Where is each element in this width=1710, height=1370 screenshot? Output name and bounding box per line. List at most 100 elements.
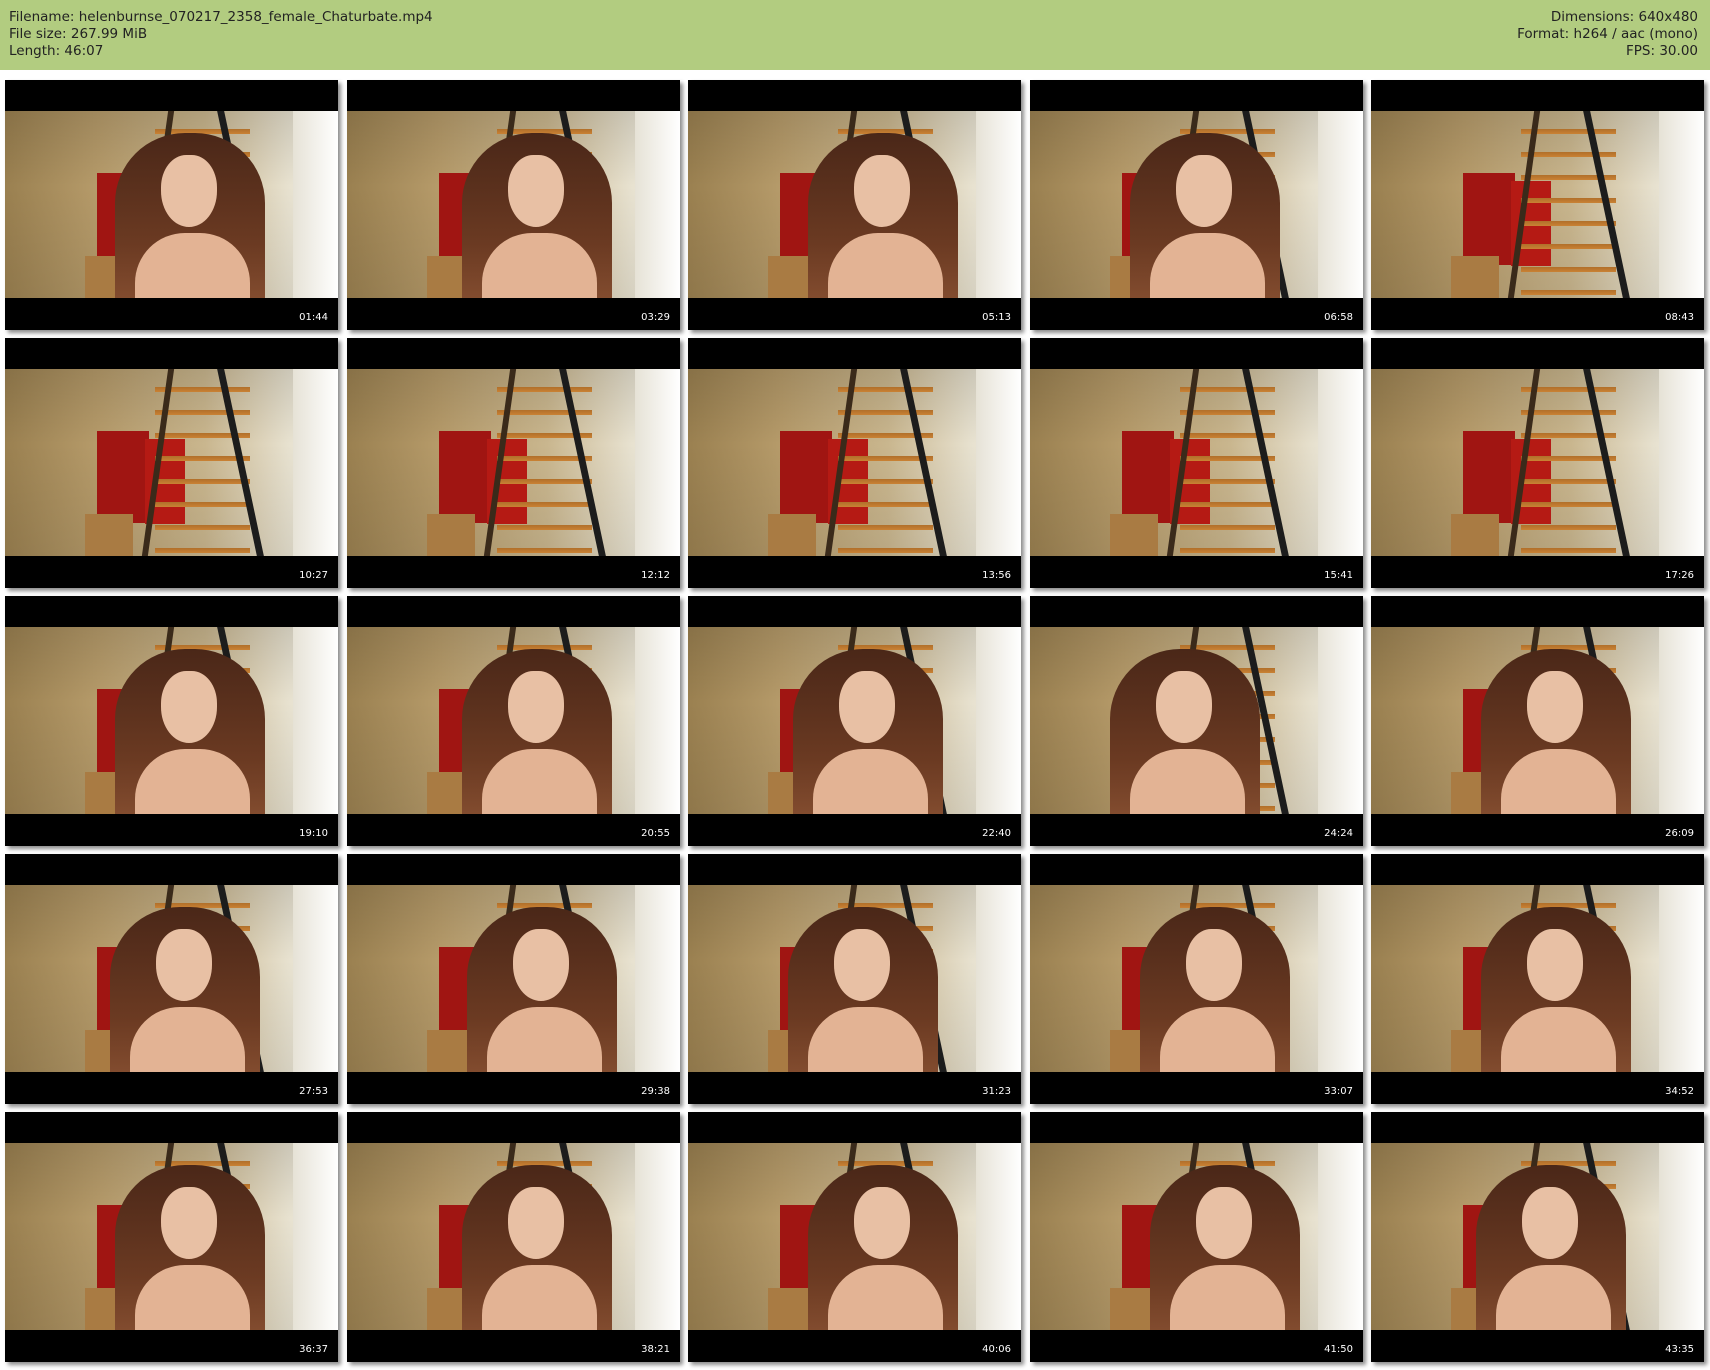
person-figure <box>110 907 260 1072</box>
video-frame <box>5 369 338 556</box>
video-frame <box>1371 885 1704 1072</box>
person-figure <box>462 649 612 814</box>
video-frame <box>1371 627 1704 814</box>
person-figure <box>1150 1165 1300 1330</box>
person-figure <box>115 649 265 814</box>
video-thumbnail[interactable]: 27:53 <box>5 854 338 1104</box>
video-thumbnail[interactable]: 41:50 <box>1030 1112 1363 1362</box>
video-frame <box>5 885 338 1072</box>
person-figure <box>467 907 617 1072</box>
video-frame <box>688 627 1021 814</box>
video-frame <box>347 1143 680 1330</box>
video-frame <box>347 885 680 1072</box>
video-frame <box>688 111 1021 298</box>
video-thumbnail[interactable]: 19:10 <box>5 596 338 846</box>
person-figure <box>1110 649 1260 814</box>
fps-label: FPS: 30.00 <box>1626 43 1698 59</box>
person-figure <box>788 907 938 1072</box>
video-thumbnail[interactable]: 12:12 <box>347 338 680 588</box>
timestamp-label: 01:44 <box>299 312 328 323</box>
video-thumbnail[interactable]: 38:21 <box>347 1112 680 1362</box>
video-thumbnail[interactable]: 26:09 <box>1371 596 1704 846</box>
video-thumbnail[interactable]: 01:44 <box>5 80 338 330</box>
timestamp-label: 08:43 <box>1665 312 1694 323</box>
video-thumbnail[interactable]: 22:40 <box>688 596 1021 846</box>
person-figure <box>115 133 265 298</box>
timestamp-label: 12:12 <box>641 570 670 581</box>
video-thumbnail[interactable]: 43:35 <box>1371 1112 1704 1362</box>
video-thumbnail[interactable]: 13:56 <box>688 338 1021 588</box>
dimensions-label: Dimensions: 640x480 <box>1550 9 1698 25</box>
video-frame <box>5 111 338 298</box>
timestamp-label: 41:50 <box>1324 1344 1353 1355</box>
video-thumbnail[interactable]: 08:43 <box>1371 80 1704 330</box>
video-frame <box>1030 369 1363 556</box>
timestamp-label: 43:35 <box>1665 1344 1694 1355</box>
timestamp-label: 38:21 <box>641 1344 670 1355</box>
video-thumbnail[interactable]: 10:27 <box>5 338 338 588</box>
video-thumbnail[interactable]: 20:55 <box>347 596 680 846</box>
video-frame <box>347 111 680 298</box>
media-info: Dimensions: 640x480 Format: h264 / aac (… <box>1517 9 1698 60</box>
timestamp-label: 05:13 <box>982 312 1011 323</box>
timestamp-label: 10:27 <box>299 570 328 581</box>
video-thumbnail[interactable]: 06:58 <box>1030 80 1363 330</box>
video-thumbnail[interactable]: 17:26 <box>1371 338 1704 588</box>
timestamp-label: 36:37 <box>299 1344 328 1355</box>
video-thumbnail[interactable]: 05:13 <box>688 80 1021 330</box>
timestamp-label: 26:09 <box>1665 828 1694 839</box>
video-frame <box>347 369 680 556</box>
video-frame <box>1030 627 1363 814</box>
timestamp-label: 24:24 <box>1324 828 1353 839</box>
person-figure <box>1476 1165 1626 1330</box>
video-frame <box>5 1143 338 1330</box>
video-thumbnail[interactable]: 40:06 <box>688 1112 1021 1362</box>
video-thumbnail[interactable]: 24:24 <box>1030 596 1363 846</box>
person-figure <box>1140 907 1290 1072</box>
person-figure <box>808 133 958 298</box>
video-thumbnail[interactable]: 03:29 <box>347 80 680 330</box>
timestamp-label: 19:10 <box>299 828 328 839</box>
video-frame <box>5 627 338 814</box>
video-frame <box>1371 1143 1704 1330</box>
person-figure <box>462 133 612 298</box>
person-figure <box>1481 649 1631 814</box>
timestamp-label: 20:55 <box>641 828 670 839</box>
timestamp-label: 06:58 <box>1324 312 1353 323</box>
video-frame <box>1030 111 1363 298</box>
timestamp-label: 29:38 <box>641 1086 670 1097</box>
person-figure <box>115 1165 265 1330</box>
person-figure <box>793 649 943 814</box>
person-figure <box>1481 907 1631 1072</box>
timestamp-label: 22:40 <box>982 828 1011 839</box>
info-header: Filename: helenburnse_070217_2358_female… <box>0 0 1710 70</box>
filesize-label: File size: 267.99 MiB <box>9 26 148 42</box>
video-frame <box>688 1143 1021 1330</box>
video-frame <box>1371 111 1704 298</box>
video-frame <box>347 627 680 814</box>
format-label: Format: h264 / aac (mono) <box>1517 26 1698 42</box>
timestamp-label: 40:06 <box>982 1344 1011 1355</box>
timestamp-label: 15:41 <box>1324 570 1353 581</box>
video-thumbnail[interactable]: 29:38 <box>347 854 680 1104</box>
video-frame <box>688 885 1021 1072</box>
video-thumbnail[interactable]: 33:07 <box>1030 854 1363 1104</box>
timestamp-label: 34:52 <box>1665 1086 1694 1097</box>
video-frame <box>1371 369 1704 556</box>
person-figure <box>462 1165 612 1330</box>
length-label: Length: 46:07 <box>9 43 104 59</box>
timestamp-label: 17:26 <box>1665 570 1694 581</box>
timestamp-label: 33:07 <box>1324 1086 1353 1097</box>
filename-label: Filename: helenburnse_070217_2358_female… <box>9 9 433 25</box>
video-frame <box>688 369 1021 556</box>
video-thumbnail[interactable]: 34:52 <box>1371 854 1704 1104</box>
video-frame <box>1030 1143 1363 1330</box>
timestamp-label: 13:56 <box>982 570 1011 581</box>
person-figure <box>1130 133 1280 298</box>
timestamp-label: 31:23 <box>982 1086 1011 1097</box>
video-thumbnail[interactable]: 36:37 <box>5 1112 338 1362</box>
video-thumbnail[interactable]: 15:41 <box>1030 338 1363 588</box>
timestamp-label: 27:53 <box>299 1086 328 1097</box>
file-info: Filename: helenburnse_070217_2358_female… <box>9 9 433 60</box>
video-thumbnail[interactable]: 31:23 <box>688 854 1021 1104</box>
